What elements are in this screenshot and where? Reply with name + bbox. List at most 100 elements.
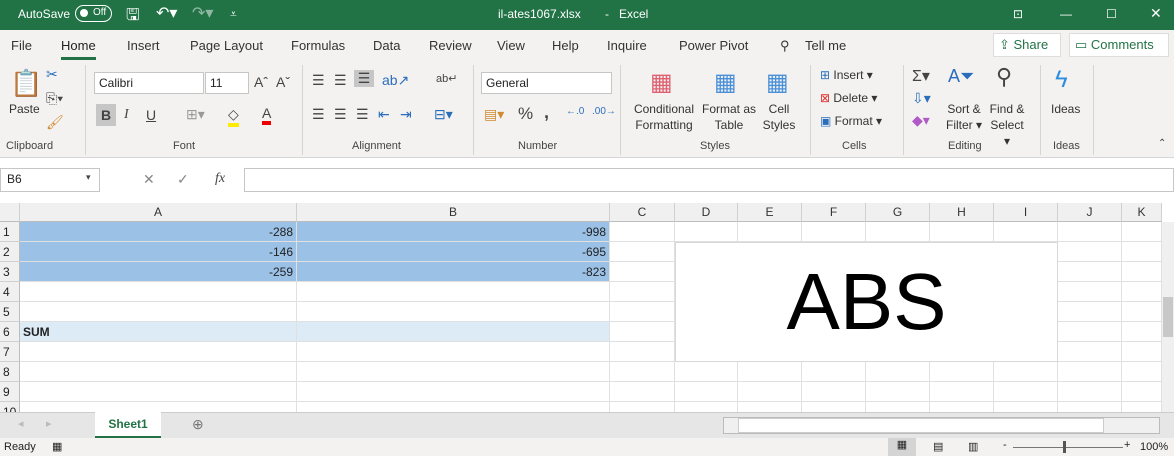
cell-K9[interactable] [1122,382,1162,402]
minimize-icon[interactable]: — [1060,7,1072,21]
column-header-J[interactable]: J [1058,203,1122,222]
decrease-decimal-icon[interactable]: .00→ [592,106,616,117]
column-header-B[interactable]: B [297,203,610,222]
column-header-I[interactable]: I [994,203,1058,222]
decrease-font-icon[interactable]: Aˇ [276,74,290,90]
cut-icon[interactable]: ✂ [46,66,58,83]
format-as-table-button[interactable]: Format as Table [700,101,758,133]
cell-B5[interactable] [297,302,610,322]
abs-text-box[interactable]: ABS [675,242,1058,362]
bold-button[interactable]: B [96,104,116,126]
cell-F8[interactable] [802,362,866,382]
cell-K4[interactable] [1122,282,1162,302]
accounting-format-icon[interactable]: ▤▾ [484,106,504,123]
autosum-icon[interactable]: Σ▾ [912,66,930,86]
increase-font-icon[interactable]: Aˆ [254,74,268,90]
cell-C6[interactable] [610,322,675,342]
cell-C1[interactable] [610,222,675,242]
cell-J6[interactable] [1058,322,1122,342]
cell-C4[interactable] [610,282,675,302]
cell-A6[interactable]: SUM [20,322,297,342]
font-name-select[interactable]: Calibri [94,72,204,94]
merge-center-icon[interactable]: ⊟▾ [434,106,453,123]
cell-J8[interactable] [1058,362,1122,382]
decrease-indent-icon[interactable]: ⇤ [378,106,390,123]
ribbon-display-icon[interactable]: ⊡ [1013,7,1023,21]
column-header-C[interactable]: C [610,203,675,222]
cell-K2[interactable] [1122,242,1162,262]
cell-H1[interactable] [930,222,994,242]
tab-page-layout[interactable]: Page Layout [190,38,263,53]
redo-icon[interactable]: ↷▾ [192,3,213,23]
add-sheet-icon[interactable]: ⊕ [192,416,204,433]
cell-B8[interactable] [297,362,610,382]
tab-inquire[interactable]: Inquire [607,38,647,53]
align-left-icon[interactable]: ☰ [312,106,325,123]
collapse-ribbon-icon[interactable]: ⌃ [1158,138,1166,149]
cell-K6[interactable] [1122,322,1162,342]
cell-J5[interactable] [1058,302,1122,322]
cell-A3[interactable]: -259 [20,262,297,282]
vertical-scroll-thumb[interactable] [1163,297,1173,337]
enter-icon[interactable]: ✓ [177,171,189,188]
cell-C2[interactable] [610,242,675,262]
delete-cells-button[interactable]: ⊠ Delete ▾ [820,90,877,106]
cancel-icon[interactable]: ✕ [143,171,155,188]
row-header-9[interactable]: 9 [0,382,20,402]
tab-help[interactable]: Help [552,38,579,53]
cell-G8[interactable] [866,362,930,382]
name-box-dropdown-icon[interactable]: ▾ [86,172,91,183]
cell-A9[interactable] [20,382,297,402]
cell-styles-button[interactable]: Cell Styles [758,101,800,133]
tab-view[interactable]: View [497,38,525,53]
column-header-D[interactable]: D [675,203,738,222]
align-center-icon[interactable]: ☰ [334,106,347,123]
clear-icon[interactable]: ◆▾ [912,112,930,129]
select-all-corner[interactable] [0,203,20,222]
cell-B4[interactable] [297,282,610,302]
paste-button[interactable]: Paste [9,101,40,117]
row-header-1[interactable]: 1 [0,222,20,242]
font-color-icon[interactable]: A [262,105,272,125]
insert-function-button[interactable]: fx [215,171,225,187]
column-header-G[interactable]: G [866,203,930,222]
cell-B3[interactable]: -823 [297,262,610,282]
tab-formulas[interactable]: Formulas [291,38,345,53]
save-icon[interactable]: 🖫 [126,4,140,31]
cell-B1[interactable]: -998 [297,222,610,242]
cell-J2[interactable] [1058,242,1122,262]
tab-power-pivot[interactable]: Power Pivot [679,38,748,53]
row-header-5[interactable]: 5 [0,302,20,322]
ideas-icon[interactable]: ϟ [1055,66,1068,94]
insert-cells-button[interactable]: ⊞ Insert ▾ [820,67,873,83]
underline-button[interactable]: U [146,107,156,123]
tell-me-box[interactable]: Tell me [805,38,846,53]
sort-filter-icon[interactable]: A⏷ [948,66,974,87]
cell-J9[interactable] [1058,382,1122,402]
align-middle-icon[interactable]: ☰ [334,72,347,89]
undo-icon[interactable]: ↶▾ [156,3,177,23]
cell-styles-icon[interactable]: ▦ [766,68,789,97]
copy-icon[interactable]: ⎘▾ [46,90,63,107]
wrap-text-icon[interactable]: ab↵ [436,72,457,85]
page-layout-view-icon[interactable]: ▤ [933,440,943,453]
vertical-scrollbar[interactable] [1162,222,1174,412]
maximize-icon[interactable]: ☐ [1106,7,1117,21]
format-cells-button[interactable]: ▣ Format ▾ [820,113,882,129]
cell-C5[interactable] [610,302,675,322]
close-icon[interactable]: ✕ [1150,5,1162,22]
cell-K5[interactable] [1122,302,1162,322]
zoom-level[interactable]: 100% [1140,441,1168,453]
cell-I9[interactable] [994,382,1058,402]
customize-toolbar-icon[interactable]: ⩡ [230,7,237,22]
cell-C3[interactable] [610,262,675,282]
horizontal-scrollbar[interactable] [723,417,1160,434]
cell-G1[interactable] [866,222,930,242]
tab-file[interactable]: File [11,38,32,53]
ideas-button[interactable]: Ideas [1051,101,1080,117]
align-top-icon[interactable]: ☰ [312,72,325,89]
cell-J3[interactable] [1058,262,1122,282]
format-painter-icon[interactable]: 🖌 [46,114,64,131]
cell-I8[interactable] [994,362,1058,382]
comments-button[interactable]: ▭ Comments [1069,33,1169,57]
